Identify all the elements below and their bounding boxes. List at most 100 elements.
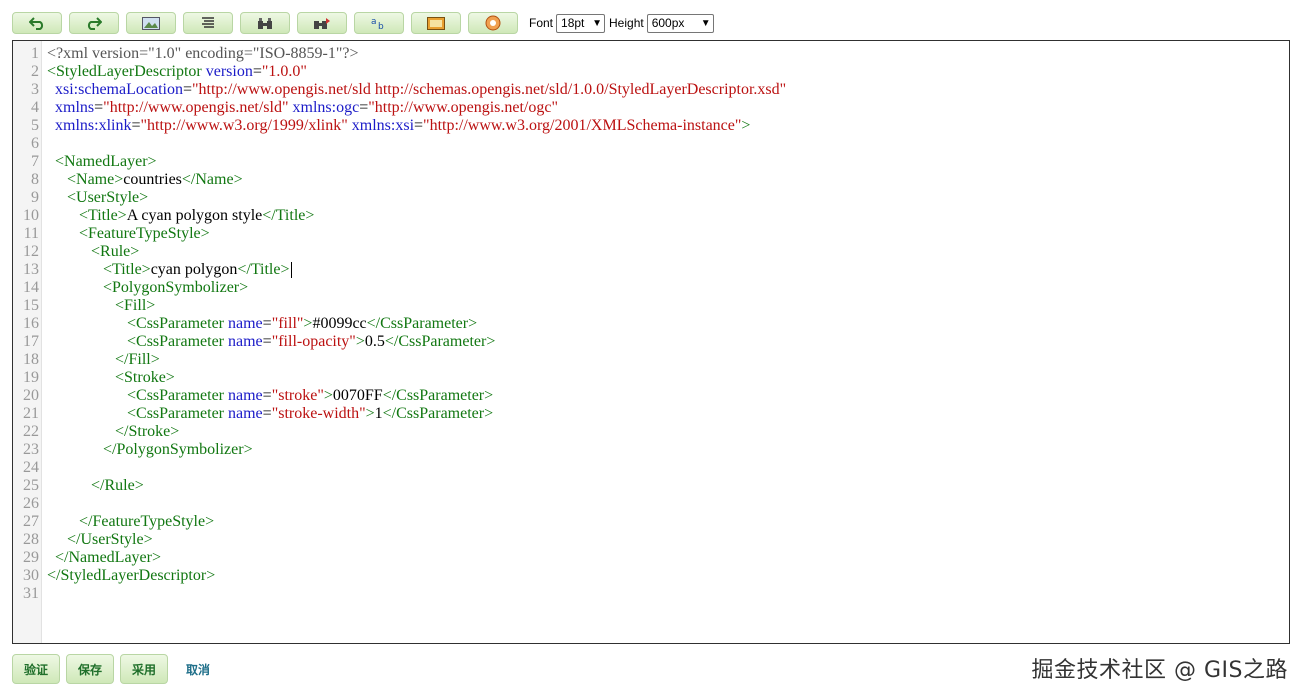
code-line: 26 [13, 495, 1289, 513]
search-button[interactable] [240, 12, 290, 34]
undo-button[interactable] [12, 12, 62, 34]
redo-button[interactable] [69, 12, 119, 34]
line-number: 31 [23, 585, 39, 602]
line-number: 11 [23, 225, 39, 242]
xml-tag: > [365, 405, 375, 422]
line-number: 29 [23, 549, 39, 566]
line-number: 15 [23, 297, 39, 314]
code-line: 19 <Stroke> [13, 369, 1289, 387]
redo-icon [87, 17, 102, 30]
font-size-value: 18pt [561, 16, 585, 30]
xml-tag: > [741, 117, 751, 134]
xml-eq: = [414, 117, 424, 134]
xml-tag: <CssParameter [47, 315, 224, 332]
xml-tag: <StyledLayerDescriptor [47, 63, 202, 80]
line-number: 19 [23, 369, 39, 386]
code-editor[interactable]: 1 <?xml version="1.0" encoding="ISO-8859-… [12, 40, 1290, 644]
xml-eq: = [262, 315, 272, 332]
code-line: 20 <CssParameter name="stroke">0070FF</C… [13, 387, 1289, 405]
line-number: 3 [31, 81, 39, 98]
xml-eq: = [262, 405, 272, 422]
xml-tag: </UserStyle> [47, 531, 153, 548]
xml-eq: = [182, 81, 192, 98]
xml-attr: name [224, 387, 263, 404]
xml-value: "http://www.w3.org/2001/XMLSchema-instan… [423, 117, 742, 134]
code-lines: 1 <?xml version="1.0" encoding="ISO-8859-… [13, 45, 1289, 603]
height-select[interactable]: 600px ▼ [646, 13, 714, 33]
code-line: 17 <CssParameter name="fill-opacity">0.5… [13, 333, 1289, 351]
lines-icon [202, 17, 214, 28]
line-number: 16 [23, 315, 39, 332]
line-number: 8 [31, 171, 39, 188]
save-button[interactable]: 保存 [66, 654, 114, 684]
validate-button[interactable]: 验证 [12, 654, 60, 684]
xml-tag: </Title> [237, 261, 290, 278]
preview-button[interactable] [411, 12, 461, 34]
code-line: 5 xmlns:xlink = "http://www.w3.org/1999/xl… [13, 117, 1289, 135]
xml-tag: <NamedLayer> [47, 153, 157, 170]
xml-eq: = [359, 99, 369, 116]
line-number: 13 [23, 261, 39, 278]
code-line: 7 <NamedLayer> [13, 153, 1289, 171]
xml-attr: xmlns:xlink [47, 117, 132, 134]
xml-attr: xmlns [47, 99, 95, 116]
xml-attr: xmlns:ogc [288, 99, 360, 116]
xml-attr: name [224, 333, 263, 350]
binoculars-icon [258, 17, 272, 29]
xml-tag: </Title> [262, 207, 315, 224]
xml-tag: </NamedLayer> [47, 549, 161, 566]
line-number: 26 [23, 495, 39, 512]
code-line: 8 <Name>countries</Name> [13, 171, 1289, 189]
xml-tag: > [355, 333, 365, 350]
code-line: 27 </FeatureTypeStyle> [13, 513, 1289, 531]
xml-tag: <Name> [47, 171, 124, 188]
replace-button[interactable] [297, 12, 347, 34]
help-icon [485, 15, 501, 31]
xml-value: "1.0.0" [261, 63, 307, 80]
font-size-select[interactable]: 18pt ▼ [556, 13, 606, 33]
code-line: 14 <PolygonSymbolizer> [13, 279, 1289, 297]
line-number: 17 [23, 333, 39, 350]
xml-text: 1 [374, 405, 383, 422]
editor-toolbar: ab Font 18pt ▼ Height 600px ▼ [12, 12, 714, 34]
height-label: Height [609, 16, 644, 30]
line-number: 28 [23, 531, 39, 548]
xml-text: countries [123, 171, 182, 188]
code-line: 18 </Fill> [13, 351, 1289, 369]
xml-tag: </CssParameter> [384, 333, 496, 350]
xml-value: "http://www.opengis.net/sld http://schem… [192, 81, 787, 98]
xml-tag: </Stroke> [47, 423, 180, 440]
xml-value: "http://www.opengis.net/sld" [103, 99, 289, 116]
line-number: 7 [31, 153, 39, 170]
apply-button[interactable]: 采用 [120, 654, 168, 684]
help-button[interactable] [468, 12, 518, 34]
code-line: 15 <Fill> [13, 297, 1289, 315]
code-line: 31 [13, 585, 1289, 603]
xml-tag: <CssParameter [47, 387, 224, 404]
xml-text: #0099cc [312, 315, 367, 332]
xml-tag: <UserStyle> [47, 189, 149, 206]
xml-text: 0070FF [332, 387, 383, 404]
xml-tag: <Fill> [47, 297, 156, 314]
xml-tag: </FeatureTypeStyle> [47, 513, 215, 530]
format-button[interactable] [183, 12, 233, 34]
xml-tag: <Title> [47, 207, 127, 224]
charmap-button[interactable]: ab [354, 12, 404, 34]
text-cursor [290, 262, 292, 279]
code-line: 23 </PolygonSymbolizer> [13, 441, 1289, 459]
svg-text:b: b [378, 22, 384, 30]
xml-value: "fill" [271, 315, 304, 332]
code-line: 21 <CssParameter name="stroke-width">1</… [13, 405, 1289, 423]
action-bar: 验证 保存 采用 取消 [12, 654, 210, 684]
code-line: 10 <Title>A cyan polygon style</Title> [13, 207, 1289, 225]
line-number: 6 [31, 135, 39, 152]
code-line: 16 <CssParameter name="fill">#0099cc</Cs… [13, 315, 1289, 333]
line-number: 23 [23, 441, 39, 458]
xml-tag: > [323, 387, 333, 404]
xml-tag: </CssParameter> [382, 387, 494, 404]
xml-eq: = [252, 63, 262, 80]
code-line: 25 </Rule> [13, 477, 1289, 495]
image-button[interactable] [126, 12, 176, 34]
cancel-link[interactable]: 取消 [186, 661, 210, 678]
code-line: 28 </UserStyle> [13, 531, 1289, 549]
